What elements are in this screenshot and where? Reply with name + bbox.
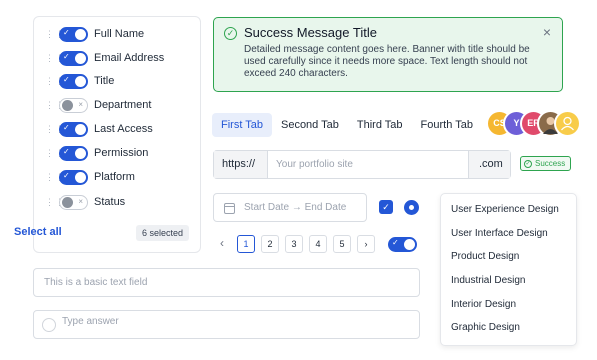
drag-handle-icon[interactable]: ⋮⋮ [45,173,64,182]
banner-message: Detailed message content goes here. Bann… [244,44,530,79]
page-button[interactable]: 3 [285,235,303,253]
page-button[interactable]: 4 [309,235,327,253]
page-button[interactable]: 2 [261,235,279,253]
menu-item[interactable]: User Interface Design [451,228,548,239]
drag-handle-icon[interactable]: ⋮⋮ [45,125,64,134]
column-label: Full Name [94,28,145,40]
radio-unselected[interactable] [42,318,56,332]
tab-fourth[interactable]: Fourth Tab [412,113,482,137]
success-tag: ✓ Success [520,156,572,171]
column-toggle[interactable]: × [59,194,88,210]
tab-bar: First Tab Second Tab Third Tab Fourth Ta… [212,113,482,137]
success-banner: ✓ Success Message Title Detailed message… [213,17,563,92]
arrow-right-icon: → [291,202,302,213]
column-row[interactable]: ⋮⋮ ✓ Platform [34,166,135,188]
banner-title: Success Message Title [244,25,377,40]
select-all-link[interactable]: Select all [14,226,62,238]
menu-item[interactable]: Industrial Design [451,275,525,286]
column-label: Status [94,196,126,208]
date-range-picker[interactable]: Start Date → End Date [213,193,367,222]
checkbox-checked[interactable]: ✓ [379,200,393,214]
url-prefix: https:// [214,151,268,178]
tab-third[interactable]: Third Tab [348,113,412,137]
end-date-placeholder: End Date [304,202,347,213]
column-toggle[interactable]: ✓ [59,26,88,42]
column-toggle[interactable]: ✓ [59,121,88,137]
column-toggle[interactable]: × [59,97,88,113]
close-icon[interactable]: × [543,24,551,40]
column-label: Email Address [94,52,165,64]
check-circle-icon: ✓ [224,27,237,40]
tab-first[interactable]: First Tab [212,113,272,137]
column-label: Platform [94,171,135,183]
calendar-icon [224,203,235,214]
column-row[interactable]: ⋮⋮ ✓ Email Address [34,47,164,69]
check-circle-icon: ✓ [524,159,532,168]
radio-selected[interactable] [404,200,419,215]
menu-item[interactable]: User Experience Design [451,204,559,215]
selected-count-badge: 6 selected [136,225,190,241]
column-label: Last Access [94,123,153,135]
date-range-text: Start Date → End Date [244,194,346,221]
basic-text-field[interactable]: This is a basic text field [33,268,420,297]
menu-item[interactable]: Product Design [451,251,519,262]
column-row[interactable]: ⋮⋮ ✓ Permission [34,142,148,164]
start-date-placeholder: Start Date [244,202,290,213]
drag-handle-icon[interactable]: ⋮⋮ [45,30,64,39]
url-input-group: https:// Your portfolio site .com [213,150,511,179]
dropdown-menu: User Experience Design User Interface De… [440,193,577,346]
drag-handle-icon[interactable]: ⋮⋮ [45,54,64,63]
page-button[interactable]: 1 [237,235,255,253]
chevron-left-icon[interactable]: ‹ [213,235,231,253]
url-suffix: .com [468,151,510,178]
drag-handle-icon[interactable]: ⋮⋮ [45,77,64,86]
column-row[interactable]: ⋮⋮ ✓ Last Access [34,118,153,140]
column-toggle[interactable]: ✓ [59,145,88,161]
column-toggle[interactable]: ✓ [59,169,88,185]
tab-second[interactable]: Second Tab [272,113,348,137]
column-row[interactable]: ⋮⋮ ✓ Title [34,70,114,92]
column-toggle[interactable]: ✓ [59,73,88,89]
drag-handle-icon[interactable]: ⋮⋮ [45,198,64,207]
column-label: Permission [94,147,149,159]
chevron-right-icon[interactable]: › [357,235,375,253]
column-label: Department [94,99,152,111]
menu-item[interactable]: Interior Design [451,299,516,310]
avatar-placeholder[interactable] [554,110,581,137]
user-icon [561,116,574,131]
toggle-switch[interactable]: ✓ [388,237,417,252]
column-row[interactable]: ⋮⋮ × Department [34,94,151,116]
column-settings-panel: ⋮⋮ ✓ Full Name ⋮⋮ ✓ Email Address ⋮⋮ ✓ T… [33,16,201,253]
menu-item[interactable]: Graphic Design [451,322,520,333]
column-row[interactable]: ⋮⋮ × Status [34,191,125,213]
drag-handle-icon[interactable]: ⋮⋮ [45,101,64,110]
column-label: Title [94,75,115,87]
answer-placeholder: Type answer [62,316,119,327]
drag-handle-icon[interactable]: ⋮⋮ [45,149,64,158]
url-input[interactable]: Your portfolio site [276,151,353,178]
success-tag-label: Success [535,159,566,168]
answer-field[interactable]: Type answer [33,310,420,339]
column-toggle[interactable]: ✓ [59,50,88,66]
page-button[interactable]: 5 [333,235,351,253]
column-row[interactable]: ⋮⋮ ✓ Full Name [34,23,144,45]
